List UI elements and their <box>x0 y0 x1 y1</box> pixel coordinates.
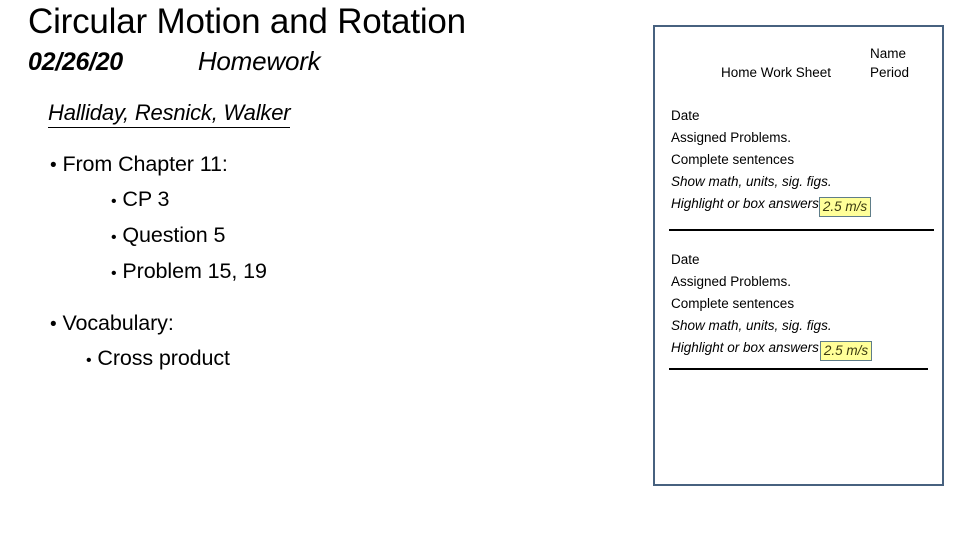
list-item: • Problem 15, 19 <box>111 257 638 288</box>
date-label: Date <box>671 252 700 267</box>
subtitle-row: 02/26/20 Homework <box>28 46 628 78</box>
bullet-dot-icon: • <box>111 229 117 246</box>
bullet-dot-icon: • <box>86 352 92 369</box>
bullet-dot-icon: • <box>111 265 117 282</box>
list-item-label: CP 3 <box>122 187 170 211</box>
list-item-label: From Chapter 11: <box>62 152 228 176</box>
assigned-problems-label: Assigned Problems. <box>671 274 792 289</box>
list-item-label: Cross product <box>97 346 230 370</box>
complete-sentences-label: Complete sentences <box>671 152 795 167</box>
slide-date: 02/26/20 <box>28 48 123 76</box>
entry-divider <box>669 368 928 370</box>
sheet-entry: Date Assigned Problems. Complete sentenc… <box>671 105 936 217</box>
period-label: Period <box>870 65 910 80</box>
name-label: Name <box>870 46 907 61</box>
list-item-label: Question 5 <box>122 223 226 247</box>
bullet-dot-icon: • <box>111 193 117 210</box>
body-content: Halliday, Resnick, Walker • From Chapter… <box>28 100 638 375</box>
sheet-header: Home Work Sheet Name Period <box>655 27 942 87</box>
highlight-answer-row: Highlight or box answers 2.5 m/s <box>671 337 936 361</box>
title-block: Circular Motion and Rotation 02/26/20 Ho… <box>28 2 628 78</box>
slide-canvas: Circular Motion and Rotation 02/26/20 Ho… <box>0 0 960 540</box>
textbook-source: Halliday, Resnick, Walker <box>48 100 291 128</box>
list-item: • Cross product <box>86 344 638 375</box>
page-title: Circular Motion and Rotation <box>28 2 466 41</box>
complete-sentences-label: Complete sentences <box>671 296 795 311</box>
sheet-entry: Date Assigned Problems. Complete sentenc… <box>671 249 936 361</box>
answer-highlight-box: 2.5 m/s <box>818 197 872 217</box>
homework-sheet-panel: Home Work Sheet Name Period Date Assigne… <box>653 25 944 486</box>
list-item: • From Chapter 11: <box>50 150 638 180</box>
highlight-answers-label: Highlight or box answers <box>671 340 819 355</box>
list-item: • CP 3 <box>111 185 638 216</box>
show-math-label: Show math, units, sig. figs. <box>671 174 832 189</box>
list-item-label: Vocabulary: <box>62 311 174 335</box>
highlight-answers-label: Highlight or box answers <box>671 196 819 211</box>
bullet-dot-icon: • <box>50 155 57 176</box>
list-item: • Vocabulary: <box>50 309 638 339</box>
bullet-dot-icon: • <box>50 314 57 335</box>
highlight-answer-row: Highlight or box answers 2.5 m/s <box>671 193 936 217</box>
source-line-wrap: Halliday, Resnick, Walker <box>28 100 638 141</box>
date-label: Date <box>671 108 700 123</box>
list-gap <box>28 288 638 300</box>
show-math-label: Show math, units, sig. figs. <box>671 318 832 333</box>
sheet-title: Home Work Sheet <box>721 65 832 80</box>
answer-highlight-box: 2.5 m/s <box>819 341 873 361</box>
assigned-problems-label: Assigned Problems. <box>671 130 792 145</box>
list-item: • Question 5 <box>111 221 638 252</box>
list-item-label: Problem 15, 19 <box>122 259 267 283</box>
slide-kind: Homework <box>197 46 321 76</box>
entry-divider <box>669 229 934 231</box>
